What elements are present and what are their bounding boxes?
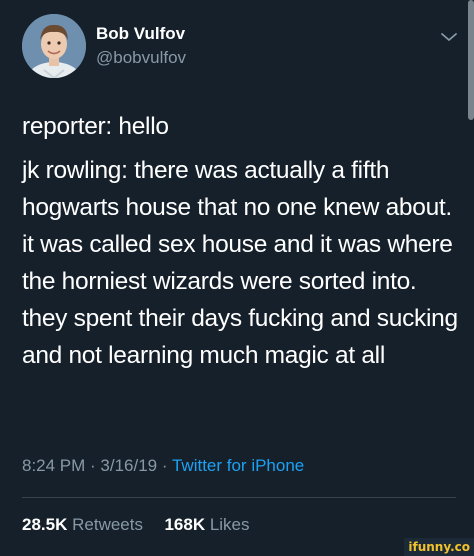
tweet-header: Bob Vulfov @bobvulfov bbox=[22, 14, 462, 80]
tweet-meta: 8:24 PM · 3/16/19 · Twitter for iPhone bbox=[22, 456, 304, 476]
avatar[interactable] bbox=[22, 14, 86, 78]
meta-separator: · bbox=[85, 456, 101, 475]
tweet-source-link[interactable]: Twitter for iPhone bbox=[172, 456, 304, 475]
likes-count[interactable]: 168K bbox=[164, 515, 205, 534]
tweet-time[interactable]: 8:24 PM bbox=[22, 456, 85, 475]
scrollbar[interactable] bbox=[468, 0, 474, 120]
watermark-logo: ifunny.co bbox=[404, 538, 474, 556]
retweets-count[interactable]: 28.5K bbox=[22, 515, 67, 534]
avatar-image bbox=[22, 14, 86, 78]
tweet-stats: 28.5K Retweets 168K Likes bbox=[22, 515, 250, 535]
likes-label[interactable]: Likes bbox=[210, 515, 250, 534]
display-name[interactable]: Bob Vulfov bbox=[96, 24, 185, 44]
divider bbox=[22, 497, 456, 498]
tweet-card: Bob Vulfov @bobvulfov reporter: hello jk… bbox=[0, 0, 474, 556]
chevron-down-icon[interactable] bbox=[440, 30, 458, 42]
tweet-line-reporter: reporter: hello bbox=[22, 113, 169, 140]
tweet-date[interactable]: 3/16/19 bbox=[100, 456, 157, 475]
retweets-label[interactable]: Retweets bbox=[72, 515, 143, 534]
tweet-line-response: jk rowling: there was actually a fifth h… bbox=[22, 157, 458, 369]
tweet-text: reporter: hello jk rowling: there was ac… bbox=[22, 108, 462, 374]
meta-separator: · bbox=[157, 456, 172, 475]
user-handle[interactable]: @bobvulfov bbox=[96, 48, 186, 68]
